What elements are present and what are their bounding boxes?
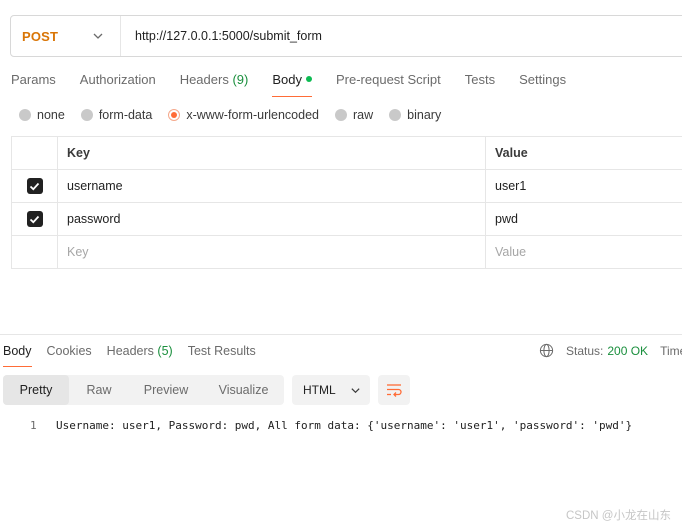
- radio-label: none: [37, 108, 65, 122]
- response-tab-body[interactable]: Body: [3, 343, 32, 367]
- format-label: HTML: [303, 383, 336, 397]
- method-label: POST: [22, 28, 59, 44]
- tab-headers[interactable]: Headers (9): [180, 71, 249, 97]
- table-row: password pwd: [12, 203, 682, 236]
- value-cell[interactable]: user1: [486, 170, 682, 202]
- body-type-raw[interactable]: raw: [335, 108, 373, 122]
- radio-label: x-www-form-urlencoded: [186, 108, 319, 122]
- response-tab-cookies[interactable]: Cookies: [47, 343, 92, 367]
- row-check-cell: [12, 203, 58, 235]
- headers-count: (9): [232, 72, 249, 87]
- row-check-cell: [12, 236, 58, 268]
- response-tab-headers[interactable]: Headers (5): [107, 343, 173, 367]
- globe-icon[interactable]: [539, 343, 554, 358]
- radio-button[interactable]: [389, 109, 402, 121]
- view-mode-preview[interactable]: Preview: [129, 375, 203, 405]
- tab-label: Tests: [464, 72, 496, 87]
- row-checkbox[interactable]: [26, 211, 43, 227]
- body-type-form-data[interactable]: form-data: [80, 108, 153, 122]
- view-mode-visualize[interactable]: Visualize: [203, 375, 284, 405]
- url-input[interactable]: http://127.0.0.1:5000/submit_form: [135, 29, 322, 43]
- radio-label: raw: [353, 108, 374, 122]
- view-mode-raw[interactable]: Raw: [69, 375, 129, 405]
- tab-label: Params: [11, 72, 56, 87]
- tab-label: Test Results: [187, 344, 256, 358]
- body-type-none[interactable]: none: [19, 108, 65, 122]
- response-headers-count: (5): [157, 344, 173, 358]
- response-status: Status: 200 OK Time: [539, 343, 682, 358]
- watermark: CSDN @小龙在山东: [566, 510, 671, 522]
- tab-body[interactable]: Body: [272, 71, 312, 97]
- radio-button[interactable]: [80, 109, 93, 121]
- tab-pre-request-script[interactable]: Pre-request Script: [336, 71, 441, 97]
- body-indicator-dot: [305, 76, 312, 82]
- chevron-down-icon: [93, 33, 103, 39]
- column-header-key: Key: [58, 137, 486, 169]
- tab-label: Body: [272, 72, 302, 87]
- new-row: Key Value: [12, 236, 682, 269]
- view-mode-selector: Pretty Raw Preview Visualize: [3, 375, 284, 405]
- row-checkbox[interactable]: [26, 178, 43, 194]
- body-type-binary[interactable]: binary: [389, 108, 441, 122]
- time-label[interactable]: Time: [660, 344, 682, 358]
- body-type-urlencoded[interactable]: x-www-form-urlencoded: [168, 108, 319, 122]
- request-url-bar: POST http://127.0.0.1:5000/submit_form: [10, 15, 682, 57]
- view-mode-pretty[interactable]: Pretty: [3, 375, 69, 405]
- wrap-lines-icon: [387, 384, 402, 397]
- request-tabs: Params Authorization Headers (9) Body Pr…: [11, 71, 590, 97]
- response-body-line: 1 Username: user1, Password: pwd, All fo…: [30, 419, 632, 432]
- response-tabs: Body Cookies Headers (5) Test Results: [3, 343, 271, 367]
- check-icon: [29, 215, 40, 223]
- column-header-value: Value: [495, 146, 528, 160]
- radio-button[interactable]: [335, 109, 347, 121]
- tab-label: Settings: [519, 72, 567, 87]
- tab-tests[interactable]: Tests: [465, 71, 495, 97]
- new-key-input[interactable]: Key: [58, 236, 486, 268]
- row-check-cell: [12, 170, 58, 202]
- check-icon: [29, 182, 40, 190]
- tab-settings[interactable]: Settings: [519, 71, 566, 97]
- tab-label: Body: [3, 344, 32, 358]
- radio-button[interactable]: [19, 109, 31, 121]
- tab-label: Pre-request Script: [335, 72, 441, 87]
- key-cell[interactable]: username: [58, 170, 486, 202]
- tab-label: Authorization: [79, 72, 156, 87]
- status-label: Status:: [566, 343, 604, 358]
- tab-label: Headers: [106, 344, 154, 358]
- line-number: 1: [30, 419, 37, 432]
- response-divider: [0, 334, 682, 335]
- tab-label: Headers: [179, 72, 229, 87]
- key-cell[interactable]: password: [58, 203, 486, 235]
- tab-params[interactable]: Params: [11, 71, 56, 97]
- tab-authorization[interactable]: Authorization: [80, 71, 156, 97]
- response-text: Username: user1, Password: pwd, All form…: [56, 419, 633, 432]
- wrap-lines-button[interactable]: [378, 375, 410, 405]
- new-value-input[interactable]: Value: [486, 236, 682, 268]
- params-table: Key Value username user1 password pwd Ke…: [11, 136, 682, 269]
- response-tab-test-results[interactable]: Test Results: [188, 343, 256, 367]
- radio-button-selected[interactable]: [168, 109, 181, 121]
- table-header-row: Key Value: [12, 137, 682, 170]
- radio-label: binary: [407, 108, 442, 122]
- table-row: username user1: [12, 170, 682, 203]
- body-type-options: none form-data x-www-form-urlencoded raw…: [19, 108, 457, 122]
- value-cell[interactable]: pwd: [486, 203, 682, 235]
- header-check-cell: [12, 137, 58, 169]
- status-code[interactable]: 200 OK: [607, 344, 648, 358]
- method-select[interactable]: POST: [11, 16, 121, 56]
- radio-label: form-data: [98, 108, 153, 122]
- chevron-down-icon: [351, 387, 360, 393]
- format-dropdown[interactable]: HTML: [292, 375, 370, 405]
- tab-label: Cookies: [46, 344, 92, 358]
